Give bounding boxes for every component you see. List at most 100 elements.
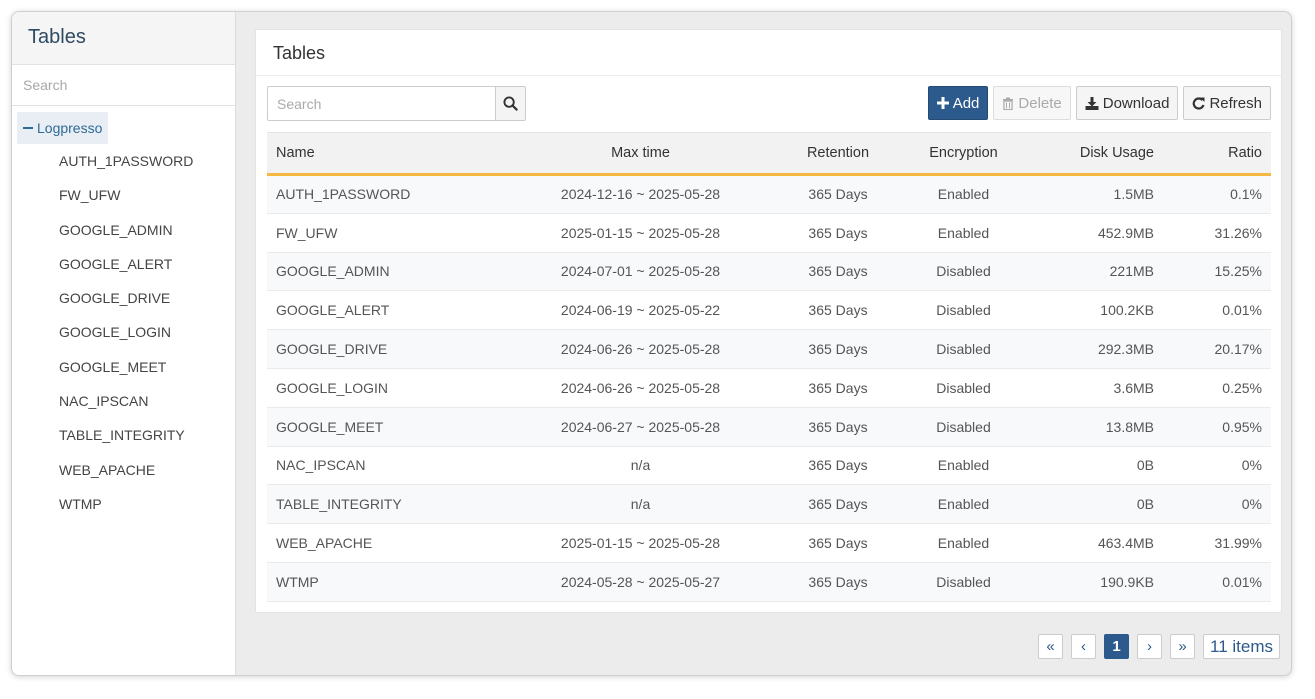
tree-item[interactable]: TABLE_INTEGRITY: [12, 418, 235, 452]
collapse-icon[interactable]: [23, 127, 33, 129]
tree-item[interactable]: FW_UFW: [12, 178, 235, 212]
table-row[interactable]: TABLE_INTEGRITY n/a 365 Days Enabled 0B 0%: [267, 484, 1271, 525]
table-row[interactable]: AUTH_1PASSWORD 2024-12-16 ~ 2025-05-28 365…: [267, 174, 1271, 214]
cell-retention: 365 Days: [799, 290, 877, 331]
tree-items: AUTH_1PASSWORD FW_UFW GOOGLE_ADMIN GOOGLE_A…: [12, 144, 235, 521]
cell-name: TABLE_INTEGRITY: [267, 484, 482, 525]
delete-button[interactable]: Delete: [993, 86, 1071, 120]
cell-retention: 365 Days: [799, 174, 877, 214]
tree-item[interactable]: GOOGLE_LOGIN: [12, 315, 235, 349]
cell-name: WEB_APACHE: [267, 523, 482, 563]
cell-max-time: 2024-06-27 ~ 2025-05-28: [482, 407, 799, 447]
table-row[interactable]: GOOGLE_ADMIN 2024-07-01 ~ 2025-05-28 365 D…: [267, 252, 1271, 292]
plus-icon: [936, 97, 949, 109]
cell-ratio: 31.99%: [1154, 523, 1271, 563]
table-row[interactable]: GOOGLE_LOGIN 2024-06-26 ~ 2025-05-28 365 D…: [267, 368, 1271, 408]
cell-encryption: Enabled: [877, 174, 1050, 214]
cell-ratio: 0.01%: [1154, 562, 1271, 602]
cell-name: GOOGLE_ADMIN: [267, 252, 482, 292]
cell-disk-usage: 221MB: [1050, 252, 1154, 292]
cell-name: AUTH_1PASSWORD: [267, 174, 482, 214]
action-buttons: Add Delete Download Refresh: [927, 86, 1271, 120]
download-icon: [1085, 96, 1099, 110]
cell-name: GOOGLE_ALERT: [267, 290, 482, 331]
tree-item[interactable]: AUTH_1PASSWORD: [12, 144, 235, 178]
cell-retention: 365 Days: [799, 562, 877, 602]
cell-disk-usage: 0B: [1050, 446, 1154, 486]
cell-retention: 365 Days: [799, 213, 877, 253]
table-row[interactable]: GOOGLE_DRIVE 2024-06-26 ~ 2025-05-28 365 D…: [267, 329, 1271, 369]
table-row[interactable]: GOOGLE_ALERT 2024-06-19 ~ 2025-05-22 365 D…: [267, 290, 1271, 331]
cell-disk-usage: 3.6MB: [1050, 368, 1154, 408]
cell-encryption: Enabled: [877, 446, 1050, 486]
tree-item[interactable]: GOOGLE_MEET: [12, 350, 235, 384]
next-page-button[interactable]: ›: [1137, 634, 1162, 659]
table-row[interactable]: FW_UFW 2025-01-15 ~ 2025-05-28 365 Days Ena…: [267, 213, 1271, 253]
cell-retention: 365 Days: [799, 252, 877, 292]
col-header-ratio[interactable]: Ratio: [1154, 132, 1271, 176]
panel-title: Tables: [256, 30, 1281, 76]
cell-max-time: 2024-06-19 ~ 2025-05-22: [482, 290, 799, 331]
sidebar: Tables Logpresso AUTH_1PASSWORDFW_UFWGOO…: [12, 12, 236, 675]
col-header-name[interactable]: Name: [267, 132, 482, 176]
tables-table: Name Max time Retention Encryption Disk …: [267, 132, 1271, 602]
cell-ratio: 0%: [1154, 446, 1271, 486]
table-tree: Logpresso AUTH_1PASSWORD FW_UFW GOOGLE_ADM…: [12, 106, 235, 521]
cell-ratio: 31.26%: [1154, 213, 1271, 253]
cell-retention: 365 Days: [799, 523, 877, 563]
tree-item[interactable]: WEB_APACHE: [12, 453, 235, 487]
tree-item[interactable]: NAC_IPSCAN: [12, 384, 235, 418]
app-window: Tables Logpresso AUTH_1PASSWORDFW_UFWGOO…: [11, 11, 1292, 676]
table-row[interactable]: NAC_IPSCAN n/a 365 Days Enabled 0B 0%: [267, 446, 1271, 486]
col-header-retention[interactable]: Retention: [799, 132, 877, 176]
col-header-encryption[interactable]: Encryption: [877, 132, 1050, 176]
cell-encryption: Disabled: [877, 290, 1050, 331]
cell-max-time: n/a: [482, 484, 799, 525]
cell-ratio: 0%: [1154, 484, 1271, 525]
tree-root-logpresso[interactable]: Logpresso: [17, 112, 109, 144]
search-button[interactable]: [495, 86, 526, 121]
refresh-button-label: Refresh: [1209, 94, 1262, 112]
download-button[interactable]: Download: [1075, 86, 1179, 120]
cell-retention: 365 Days: [799, 368, 877, 408]
tree-item[interactable]: GOOGLE_DRIVE: [12, 281, 235, 315]
cell-encryption: Disabled: [877, 407, 1050, 447]
prev-page-button[interactable]: ‹: [1071, 634, 1096, 659]
search-group: [267, 86, 526, 121]
table-row[interactable]: WEB_APACHE 2025-01-15 ~ 2025-05-28 365 Day…: [267, 523, 1271, 563]
cell-retention: 365 Days: [799, 446, 877, 486]
cell-ratio: 15.25%: [1154, 252, 1271, 292]
tree-item[interactable]: GOOGLE_ADMIN: [12, 213, 235, 247]
table-search-input[interactable]: [267, 86, 495, 121]
cell-max-time: 2024-12-16 ~ 2025-05-28: [482, 174, 799, 214]
cell-retention: 365 Days: [799, 484, 877, 525]
cell-encryption: Disabled: [877, 252, 1050, 292]
col-header-disk-usage[interactable]: Disk Usage: [1050, 132, 1154, 176]
cell-encryption: Enabled: [877, 213, 1050, 253]
col-header-max-time[interactable]: Max time: [482, 132, 799, 176]
sidebar-search: [12, 65, 235, 106]
first-page-button[interactable]: «: [1038, 634, 1063, 659]
page-button-current[interactable]: 1: [1104, 634, 1129, 659]
add-button[interactable]: Add: [927, 86, 989, 120]
toolbar: Add Delete Download Refresh: [267, 86, 1271, 122]
refresh-button[interactable]: Refresh: [1183, 86, 1271, 120]
table-row[interactable]: GOOGLE_MEET 2024-06-27 ~ 2025-05-28 365 Da…: [267, 407, 1271, 447]
last-page-button[interactable]: »: [1170, 634, 1195, 659]
cell-disk-usage: 1.5MB: [1050, 174, 1154, 214]
tree-item[interactable]: GOOGLE_ALERT: [12, 247, 235, 281]
pagination: « ‹ 1 › » 11 items: [1038, 634, 1280, 659]
sidebar-search-input[interactable]: [12, 65, 235, 105]
cell-max-time: 2024-06-26 ~ 2025-05-28: [482, 368, 799, 408]
cell-name: GOOGLE_LOGIN: [267, 368, 482, 408]
item-count: 11 items: [1203, 634, 1280, 659]
cell-max-time: 2025-01-15 ~ 2025-05-28: [482, 213, 799, 253]
cell-encryption: Disabled: [877, 562, 1050, 602]
add-button-label: Add: [952, 94, 980, 112]
main-area: Tables Add: [237, 12, 1291, 675]
table-body: AUTH_1PASSWORD 2024-12-16 ~ 2025-05-28 365…: [267, 174, 1271, 602]
tree-item[interactable]: WTMP: [12, 487, 235, 521]
table-row[interactable]: WTMP 2024-05-28 ~ 2025-05-27 365 Days Disab…: [267, 562, 1271, 602]
cell-encryption: Disabled: [877, 368, 1050, 408]
cell-ratio: 0.01%: [1154, 290, 1271, 331]
